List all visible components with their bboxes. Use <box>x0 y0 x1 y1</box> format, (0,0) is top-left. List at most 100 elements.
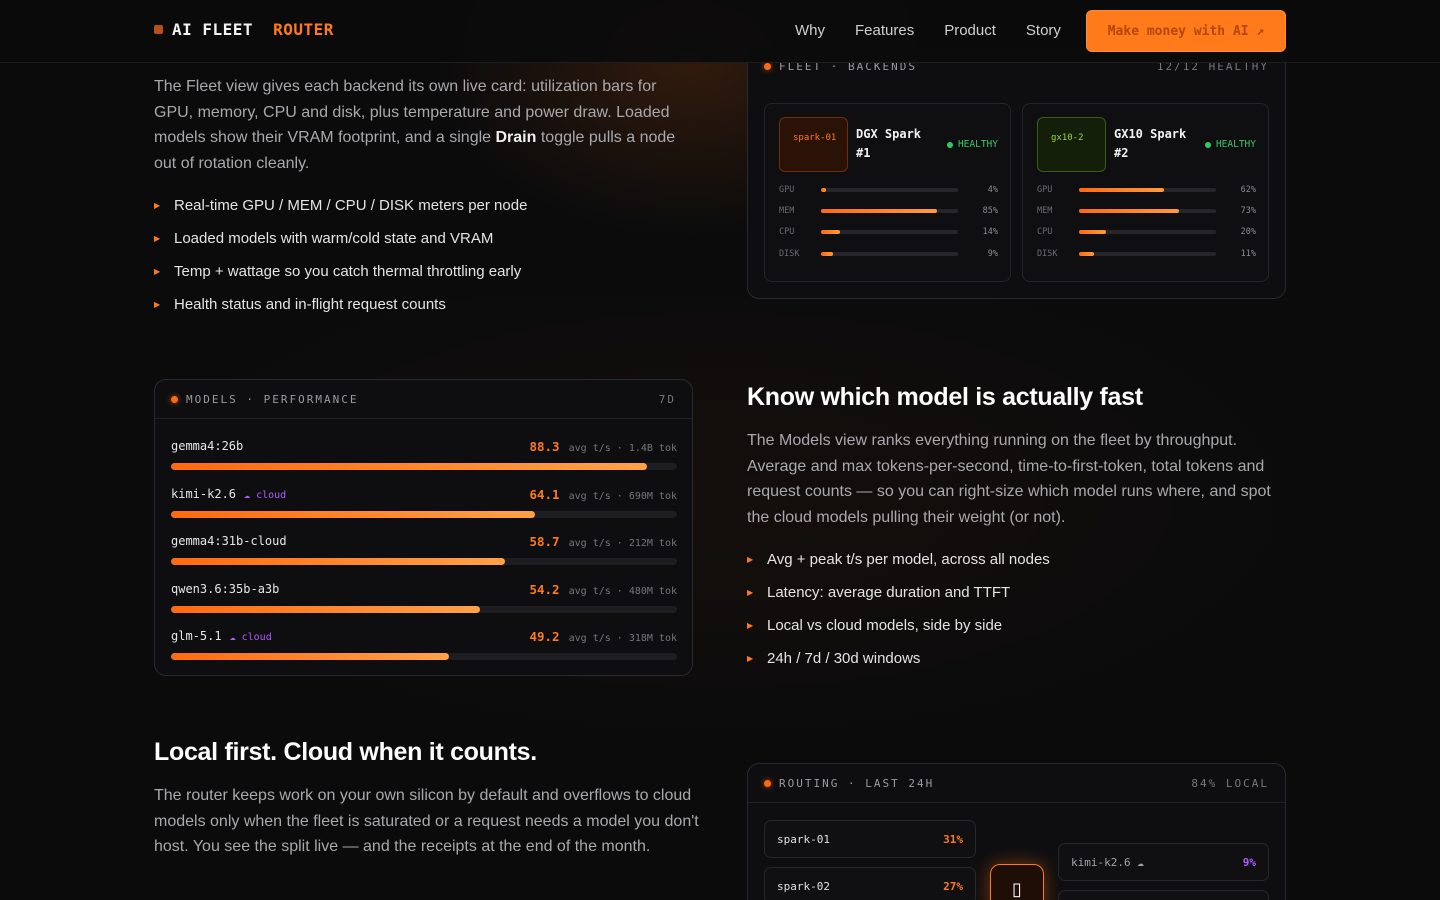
time-window-label[interactable]: 7D <box>659 393 676 406</box>
model-tps-unit: avg t/s · <box>568 585 623 597</box>
cta-button[interactable]: Make money with AI ↗ <box>1086 10 1286 52</box>
nav-link-why[interactable]: Why <box>795 22 825 39</box>
list-item: ▶ Health status and in-flight request cou… <box>154 288 527 321</box>
meter-label: MEM <box>779 206 795 216</box>
model-name-text: kimi-k2.6 <box>171 486 237 501</box>
cloud-badge: ☁ cloud <box>244 489 287 501</box>
routing-card-header: ROUTING · LAST 24H 84% LOCAL <box>748 764 1285 803</box>
meter-value: 20% <box>1240 227 1256 237</box>
model-bar-track <box>171 653 677 660</box>
model-name: kimi-k2.6 ☁ cloud <box>171 487 286 501</box>
model-row[interactable]: gemma4:26b 88.3 avg t/s · 1.4B tok <box>171 439 677 486</box>
model-tps: 88.3 <box>529 439 560 454</box>
health-dot-icon <box>946 141 953 148</box>
nav-link-story[interactable]: Story <box>1026 22 1061 39</box>
model-row[interactable]: kimi-k2.6 ☁ cloud 64.1 avg t/s · 690M tok <box>171 487 677 534</box>
route-cloud-kimi[interactable]: kimi-k2.6 ☁ 9% <box>1058 843 1269 881</box>
model-tokens: 480M tok <box>628 585 677 597</box>
node-chip: gx10-2 <box>1037 117 1106 172</box>
node-card-gx10-2[interactable]: gx10-2 GX10 Spark #2 HEALTHY GPU 62% MEM 7… <box>1022 103 1269 282</box>
meter-fill <box>1079 209 1179 213</box>
model-bar-fill <box>171 510 536 518</box>
list-item: ▶ Avg + peak t/s per model, across all no… <box>747 543 1050 576</box>
bullet-arrow-icon: ▶ <box>154 300 161 309</box>
models-card-title: MODELS · PERFORMANCE <box>186 392 359 406</box>
meter-label: DISK <box>1037 249 1058 259</box>
fleet-card: FLEET · BACKENDS 12/12 HEALTHY spark-01 … <box>747 47 1286 299</box>
brand-logo[interactable]: AI FLEET ROUTER <box>154 20 334 39</box>
bullet-text: Real-time GPU / MEM / CPU / DISK meters … <box>174 197 528 214</box>
meter-value: 73% <box>1240 206 1256 216</box>
model-name-text: qwen3.6:35b-a3b <box>171 581 280 596</box>
route-node-spark-02[interactable]: spark-02 27% <box>764 867 976 900</box>
bullet-arrow-icon: ▶ <box>154 234 161 243</box>
meter-fill <box>1079 252 1095 256</box>
meter-value: 62% <box>1240 185 1256 195</box>
route-node-share: 31% <box>943 832 963 846</box>
model-tokens: 1.4B tok <box>628 443 677 454</box>
model-bar-fill <box>171 653 450 660</box>
meter-cpu: CPU 20% <box>1037 226 1256 238</box>
model-stat: 64.1 avg t/s · 690M tok <box>529 487 677 502</box>
model-bar-fill <box>171 558 505 565</box>
meter-mem: MEM 85% <box>779 205 998 217</box>
nav-link-features[interactable]: Features <box>855 22 914 39</box>
routing-description: The router keeps work on your own silico… <box>154 787 699 855</box>
bullet-arrow-icon: ▶ <box>154 201 161 210</box>
bullet-text: Health status and in-flight request coun… <box>174 296 446 313</box>
node-name: DGX Spark #1 <box>856 127 922 160</box>
meter-track <box>821 209 958 213</box>
route-node-share: 27% <box>943 879 963 893</box>
bullet-arrow-icon: ▶ <box>747 588 754 597</box>
nav-link-product[interactable]: Product <box>944 22 996 39</box>
brand-name: AI FLEET <box>172 20 254 39</box>
model-tps: 49.2 <box>529 629 560 644</box>
models-card: MODELS · PERFORMANCE 7D gemma4:26b 88.3 a… <box>154 379 693 676</box>
live-dot-icon <box>764 779 771 787</box>
bullet-arrow-icon: ▶ <box>747 555 754 564</box>
meter-cpu: CPU 14% <box>779 226 998 238</box>
meter-label: CPU <box>779 227 795 237</box>
meter-fill <box>1079 230 1107 234</box>
model-name: qwen3.6:35b-a3b <box>171 582 279 596</box>
node-card-spark-01[interactable]: spark-01 DGX Spark #1 HEALTHY GPU 4% MEM 8… <box>764 103 1011 282</box>
status-badge: HEALTHY <box>1204 139 1256 150</box>
models-card-header: MODELS · PERFORMANCE 7D <box>155 380 692 419</box>
list-item: ▶ Latency: average duration and TTFT <box>747 576 1050 609</box>
route-cloud-next[interactable] <box>1058 890 1269 900</box>
models-bullet-list: ▶ Avg + peak t/s per model, across all no… <box>747 543 1050 675</box>
route-node-name: spark-02 <box>777 879 830 893</box>
model-tokens: 318M tok <box>628 633 677 644</box>
meter-fill <box>821 230 841 234</box>
model-row[interactable]: gemma4:31b-cloud 58.7 avg t/s · 212M tok <box>171 534 677 581</box>
live-dot-icon <box>171 395 178 403</box>
model-row[interactable]: qwen3.6:35b-a3b 54.2 avg t/s · 480M tok <box>171 582 677 629</box>
health-label: HEALTHY <box>957 139 998 150</box>
list-item: ▶ Real-time GPU / MEM / CPU / DISK meters… <box>154 189 527 222</box>
model-tps: 54.2 <box>529 581 560 597</box>
models-description: The Models view ranks everything running… <box>747 432 1271 526</box>
model-tps: 64.1 <box>529 486 560 502</box>
list-item: ▶ 24h / 7d / 30d windows <box>747 642 1050 675</box>
local-share-summary: 84% LOCAL <box>1191 776 1269 790</box>
model-row[interactable]: glm-5.1 ☁ cloud 49.2 avg t/s · 318M tok <box>171 629 677 676</box>
bullet-arrow-icon: ▶ <box>747 654 754 663</box>
meter-gpu: GPU 62% <box>1037 184 1256 196</box>
model-stat: 54.2 avg t/s · 480M tok <box>529 582 677 597</box>
route-cloud-name: kimi-k2.6 ☁ <box>1071 855 1144 869</box>
health-label: HEALTHY <box>1215 139 1256 150</box>
meter-track <box>1079 209 1216 213</box>
model-tps-unit: avg t/s · <box>568 443 623 454</box>
meter-value: 4% <box>987 185 998 195</box>
model-bar-track <box>171 463 677 470</box>
model-name-text: glm-5.1 <box>171 629 222 643</box>
list-item: ▶ Loaded models with warm/cold state and … <box>154 222 527 255</box>
model-name-text: gemma4:31b-cloud <box>171 534 287 548</box>
model-tps-unit: avg t/s · <box>568 490 623 502</box>
route-cloud-share: 9% <box>1242 855 1256 869</box>
fleet-bullet-list: ▶ Real-time GPU / MEM / CPU / DISK meters… <box>154 189 527 321</box>
route-node-spark-01[interactable]: spark-01 31% <box>764 820 976 858</box>
meter-label: GPU <box>779 185 795 195</box>
meter-label: GPU <box>1037 185 1053 195</box>
list-item: ▶ Temp + wattage so you catch thermal thr… <box>154 255 527 288</box>
